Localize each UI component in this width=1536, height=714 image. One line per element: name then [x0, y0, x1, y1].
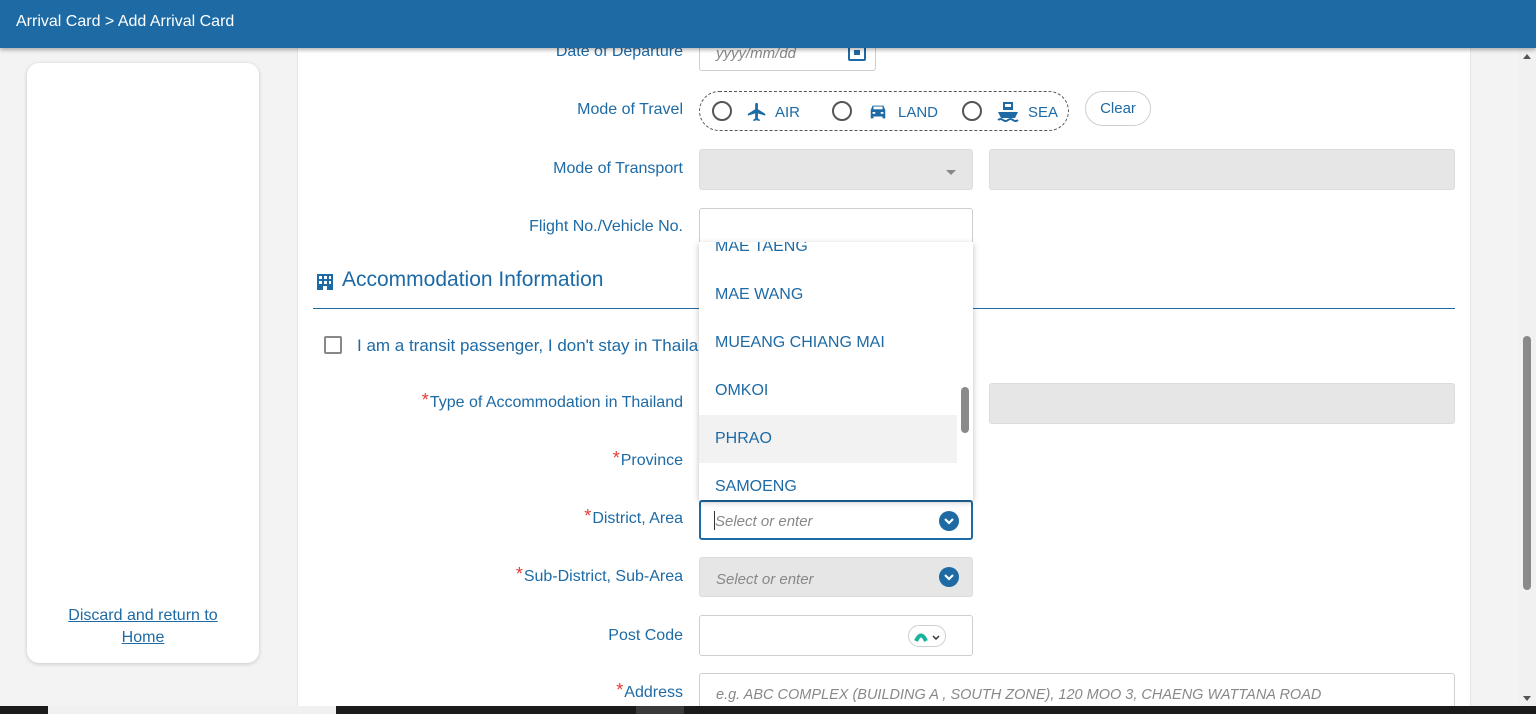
- airplane-icon: [747, 102, 766, 122]
- building-icon: [317, 274, 333, 290]
- transit-checkbox[interactable]: [324, 336, 342, 354]
- required-marker: *: [584, 506, 592, 526]
- scroll-up-icon[interactable]: [1523, 54, 1531, 59]
- ship-icon: [997, 102, 1019, 122]
- chevron-down-icon[interactable]: [939, 511, 959, 531]
- type-accommodation-label-text: Type of Accommodation in Thailand: [429, 394, 683, 411]
- post-code-label: Post Code: [608, 627, 683, 644]
- top-bar: Arrival Card > Add Arrival Card: [0, 0, 1536, 48]
- required-marker: *: [612, 448, 620, 468]
- sub-district-combobox[interactable]: Select or enter: [699, 557, 973, 597]
- accommodation-section-title: Accommodation Information: [342, 268, 604, 291]
- discard-return-home-link[interactable]: Discard and return to Home: [27, 605, 259, 649]
- district-label-text: District, Area: [592, 510, 683, 527]
- mode-transport-other-input[interactable]: [989, 149, 1455, 190]
- district-option[interactable]: SAMOENG: [699, 463, 957, 500]
- district-placeholder: Select or enter: [715, 513, 813, 530]
- type-accommodation-other-input[interactable]: [989, 383, 1455, 424]
- breadcrumb: Arrival Card > Add Arrival Card: [16, 13, 235, 30]
- car-icon: [870, 105, 886, 119]
- province-label-text: Province: [620, 452, 683, 469]
- caret-down-icon: [946, 170, 956, 175]
- district-option[interactable]: MAE TAENG: [699, 242, 957, 271]
- type-accommodation-label: *Type of Accommodation in Thailand: [380, 390, 683, 415]
- taskbar-search-box[interactable]: [48, 706, 336, 714]
- sub-district-label: *Sub-District, Sub-Area: [430, 564, 683, 589]
- transit-label: I am a transit passenger, I don't stay i…: [357, 336, 700, 355]
- mode-travel-label: Mode of Travel: [577, 101, 683, 118]
- post-code-input[interactable]: [699, 615, 973, 656]
- district-option[interactable]: MUEANG CHIANG MAI: [699, 319, 957, 367]
- district-option[interactable]: MAE WANG: [699, 271, 957, 319]
- chevron-down-icon[interactable]: [939, 567, 959, 587]
- page-scrollbar-thumb[interactable]: [1523, 336, 1531, 590]
- autofill-extension-icon[interactable]: [908, 625, 946, 647]
- sea-label: SEA: [1028, 104, 1059, 121]
- mode-travel-radio-group: AIR LAND SEA: [699, 91, 1069, 131]
- scroll-down-icon[interactable]: [1523, 696, 1531, 701]
- land-label: LAND: [898, 104, 939, 121]
- radio-land[interactable]: [832, 101, 852, 121]
- district-option[interactable]: OMKOI: [699, 367, 957, 415]
- flight-no-label: Flight No./Vehicle No.: [529, 218, 683, 235]
- discard-link-line2[interactable]: Home: [122, 629, 165, 646]
- radio-air[interactable]: [712, 101, 732, 121]
- discard-link-line1[interactable]: Discard and return to: [68, 607, 217, 624]
- sub-district-label-text: Sub-District, Sub-Area: [523, 568, 683, 585]
- mode-transport-select[interactable]: [699, 149, 973, 190]
- district-label: *District, Area: [480, 506, 683, 531]
- side-panel: Discard and return to Home: [27, 63, 259, 663]
- mode-transport-label: Mode of Transport: [553, 160, 683, 177]
- radio-sea[interactable]: [962, 101, 982, 121]
- required-marker: *: [421, 390, 429, 410]
- clear-button[interactable]: Clear: [1085, 91, 1151, 126]
- taskbar-app-icon[interactable]: [636, 706, 684, 714]
- address-label: *Address: [480, 680, 683, 705]
- district-combobox[interactable]: Select or enter: [699, 500, 973, 540]
- sub-district-placeholder: Select or enter: [716, 571, 814, 588]
- air-label: AIR: [775, 104, 801, 121]
- district-dropdown-list[interactable]: MAE TAENG MAE WANG MUEANG CHIANG MAI OMK…: [699, 242, 973, 500]
- district-option-highlighted[interactable]: PHRAO: [699, 415, 957, 463]
- required-marker: *: [616, 680, 624, 700]
- address-label-text: Address: [624, 684, 683, 701]
- taskbar: [0, 706, 1536, 714]
- province-label: *Province: [480, 448, 683, 473]
- dropdown-scrollbar-thumb[interactable]: [961, 387, 969, 433]
- required-marker: *: [515, 564, 523, 584]
- address-placeholder: e.g. ABC COMPLEX (BUILDING A , SOUTH ZON…: [716, 687, 1322, 703]
- dropdown-scrollbar[interactable]: [957, 242, 973, 500]
